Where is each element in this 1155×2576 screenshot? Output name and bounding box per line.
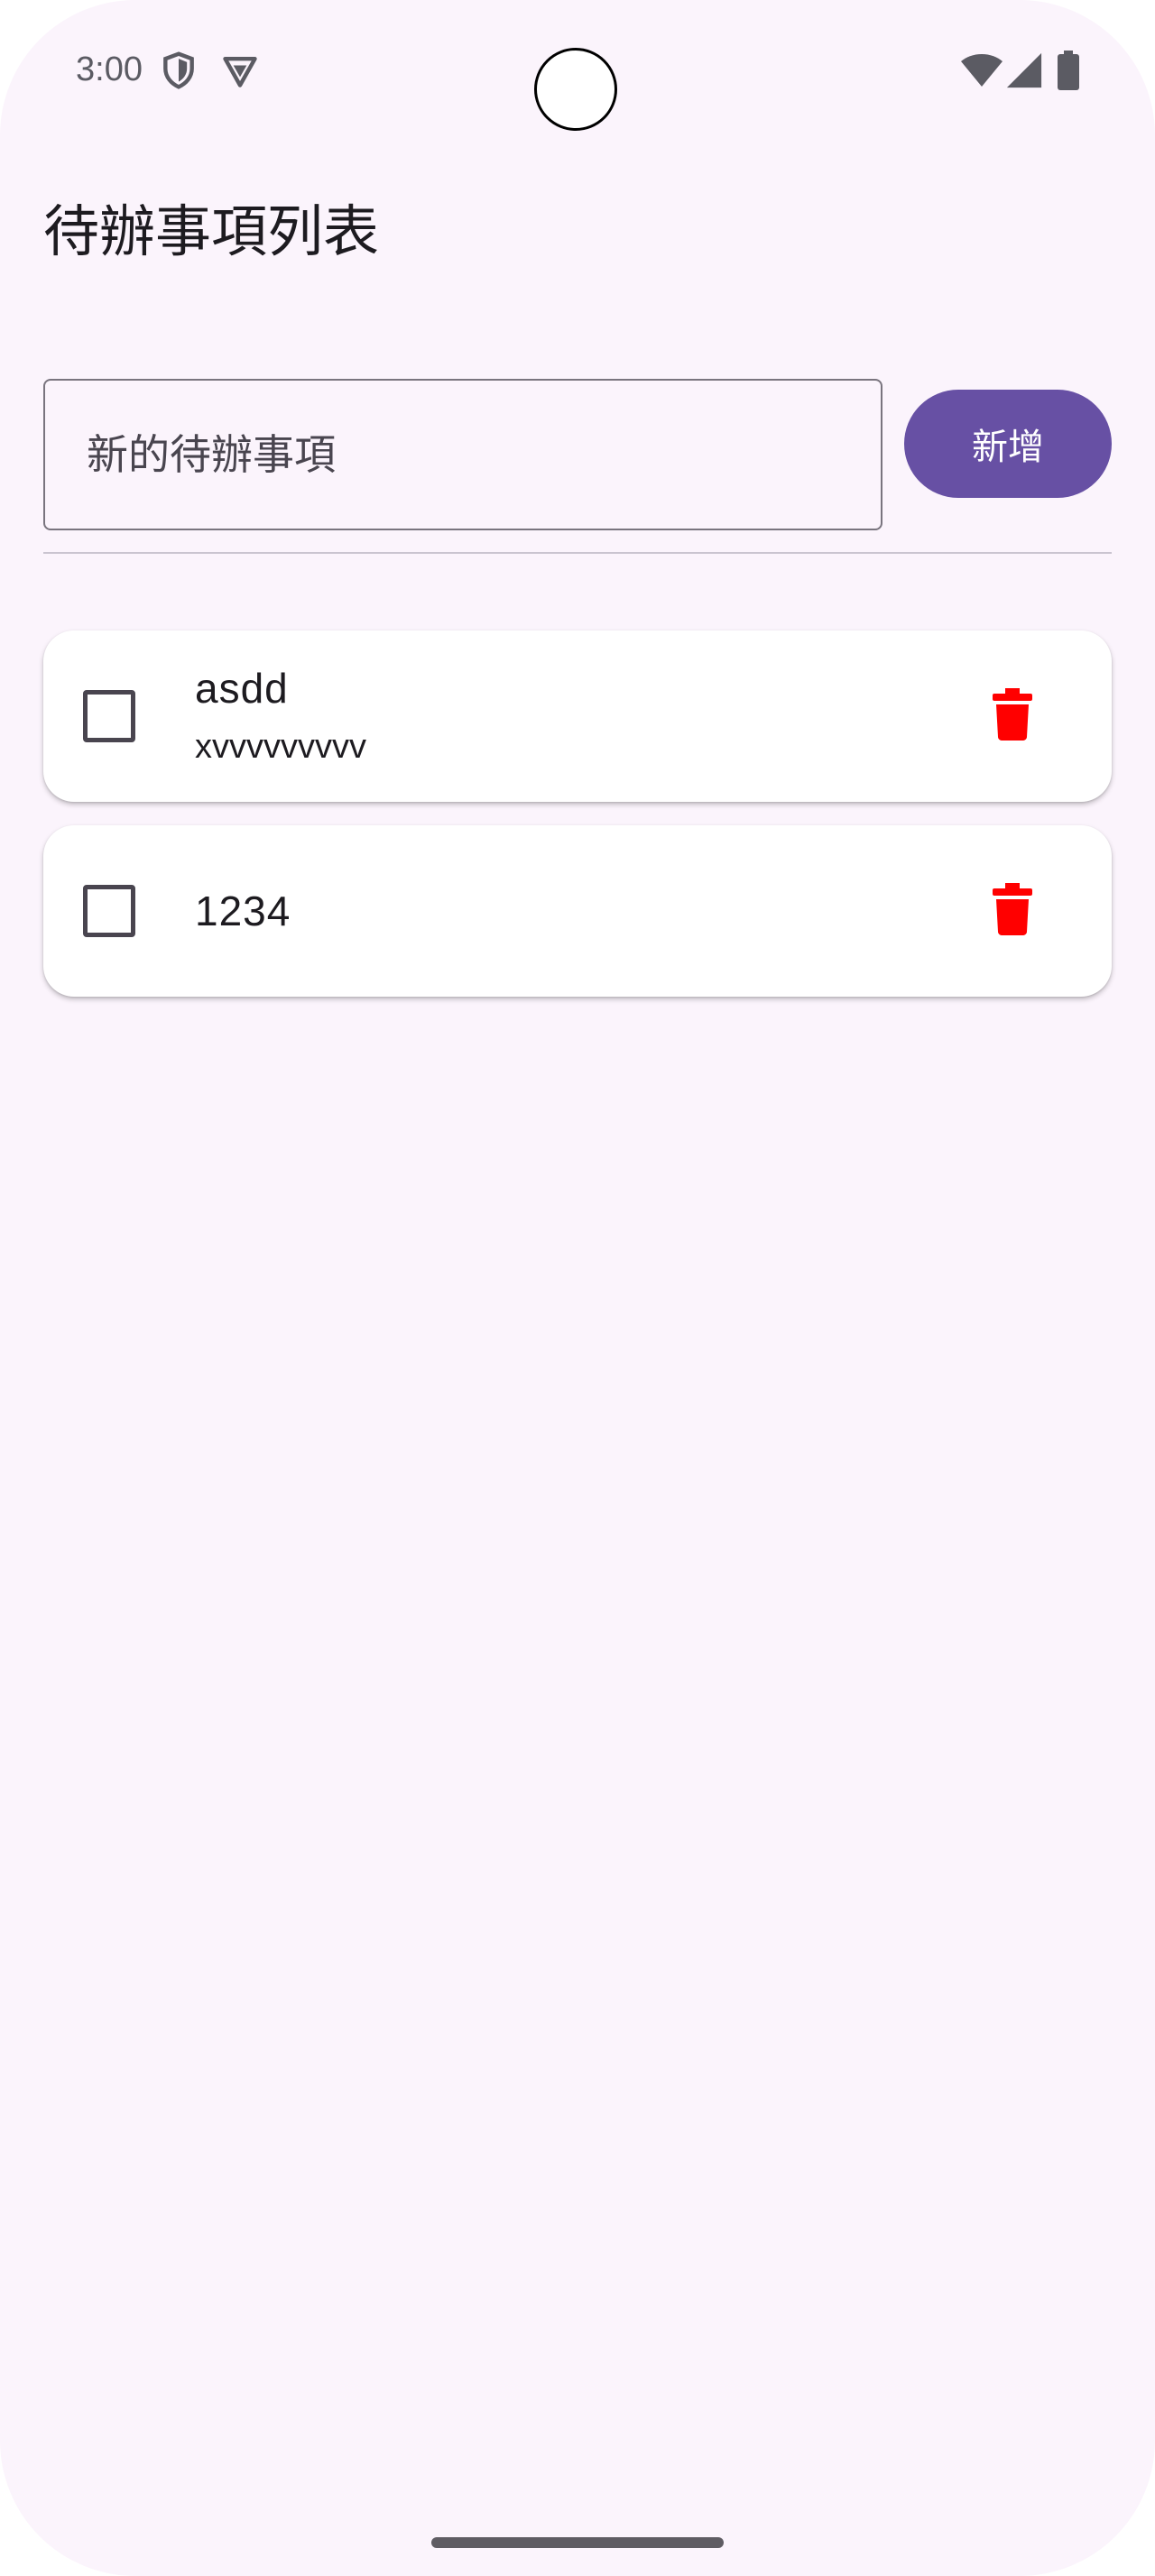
wifi-icon [960,51,1003,90]
status-time: 3:00 [76,51,143,88]
divider [43,552,1112,554]
todo-title: 1234 [195,888,291,934]
todo-checkbox[interactable] [83,885,135,937]
status-bar: 3:00 [0,0,1155,135]
battery-icon [1056,51,1081,90]
todo-checkbox[interactable] [83,690,135,742]
shield-icon [159,51,199,90]
new-todo-input[interactable] [43,379,882,530]
phone-screen: 3:00 待辦事項列表 新的待辦事項 新增 asdd xvvvvvvvvv 12… [0,0,1155,2576]
signal-icon [1005,51,1043,90]
vpn-key-icon [220,51,260,90]
todo-title: asdd [195,665,289,712]
todo-item: 1234 [43,825,1112,997]
todo-item: asdd xvvvvvvvvv [43,630,1112,802]
page-title: 待辦事項列表 [43,198,380,264]
delete-button[interactable] [976,875,1049,947]
home-indicator[interactable] [431,2537,724,2548]
delete-button[interactable] [976,680,1049,752]
front-camera [534,48,617,131]
todo-description: xvvvvvvvvv [195,728,366,766]
trash-icon [993,883,1032,939]
add-button[interactable]: 新增 [904,390,1112,498]
trash-icon [993,688,1032,744]
